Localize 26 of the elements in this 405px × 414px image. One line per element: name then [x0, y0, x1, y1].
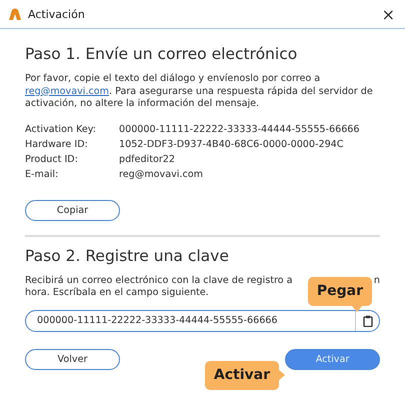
field-label: E-mail: [25, 168, 60, 180]
field-value: 1052-DDF3-D937-4B40-68C6-0000-0000-294C [119, 138, 344, 150]
key-field[interactable]: 000000-11111-22222-33333-44444-55555-66666 [25, 310, 380, 332]
window-title: Activación [28, 8, 86, 20]
email-link[interactable]: reg@movavi.com [25, 86, 109, 96]
instructions-text: Recibirá un correo electrónico con la clave de registro a [25, 274, 292, 287]
field-label: Product ID: [25, 154, 79, 164]
copy-button[interactable]: Copiar [25, 200, 120, 220]
instructions-text: Por favor, copie el texto del diálogo y envíenoslo por correo a reg@movavi.com. Para asegurarse una respuesta rápida del servidor de activación, no altere la información del mensaje. [25, 73, 374, 110]
callout-label: Activar [204, 360, 285, 390]
field-value: 000000-11111-22222-33333-44444-55555-66666 [119, 124, 361, 134]
instructions-text: hora. Escríbala en el campo siguiente. [25, 287, 209, 300]
field-label: Hardware ID: [25, 138, 89, 150]
paste-button[interactable] [355, 310, 379, 330]
back-button[interactable]: Volver [25, 348, 120, 370]
callout-label: Pegar [308, 276, 372, 312]
field-value: pdfeditor22 [119, 154, 176, 164]
step-heading: Paso 2. Registre una clave [25, 246, 230, 264]
key-input-field[interactable]: 000000-11111-22222-33333-44444-55555-66666 [26, 315, 355, 326]
clipboard-icon [362, 314, 372, 326]
app-logo-icon [8, 7, 22, 21]
instructions-text: n [374, 274, 380, 287]
field-value: reg@movavi.com [119, 168, 204, 180]
step-heading: Paso 1. Envíe un correo electrónico [25, 45, 298, 63]
field-label: Activation Key: [25, 124, 98, 134]
close-icon[interactable]: × [382, 4, 395, 24]
